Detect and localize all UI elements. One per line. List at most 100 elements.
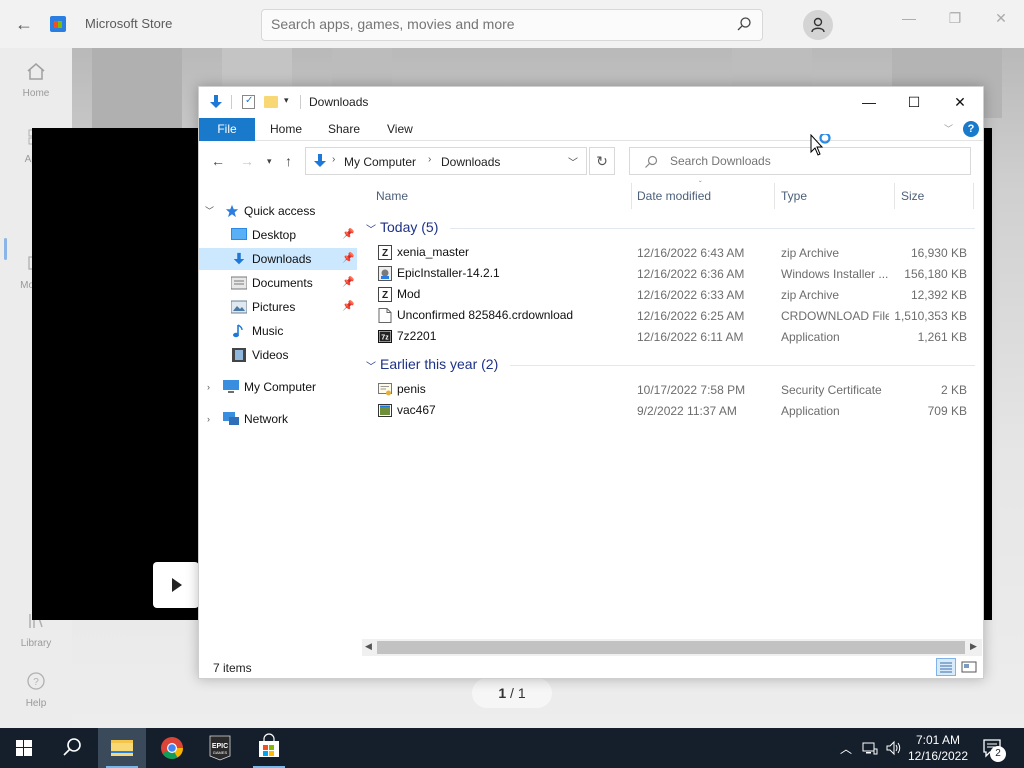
account-avatar[interactable] bbox=[803, 10, 833, 40]
properties-icon[interactable] bbox=[242, 95, 255, 109]
restore-icon[interactable]: ❐ bbox=[945, 8, 965, 28]
column-divider[interactable] bbox=[894, 183, 895, 209]
recent-locations-icon[interactable]: ▾ bbox=[267, 156, 272, 167]
group-header-earlier-this-year[interactable]: ﹀ Earlier this year (2) bbox=[362, 354, 977, 376]
file-size: 12,392 KB bbox=[910, 288, 967, 302]
play-button[interactable] bbox=[153, 562, 199, 608]
download-arrow-icon[interactable] bbox=[208, 94, 224, 110]
toolbar-divider bbox=[300, 95, 301, 109]
file-size: 2 KB bbox=[940, 383, 967, 397]
tree-item-network[interactable]: › Network bbox=[199, 408, 357, 430]
taskbar-file-explorer[interactable] bbox=[98, 728, 146, 768]
tab-share[interactable]: Share bbox=[328, 118, 360, 141]
nav-library-label: Library bbox=[20, 638, 52, 649]
chevron-down-icon[interactable]: ﹀ bbox=[366, 221, 376, 236]
tree-item-videos[interactable]: Videos bbox=[199, 344, 357, 366]
column-header-size[interactable]: Size bbox=[901, 189, 924, 203]
tree-item-documents[interactable]: Documents 📌 bbox=[199, 272, 357, 294]
column-divider[interactable] bbox=[774, 183, 775, 209]
file-row[interactable]: Z Mod 12/16/2022 6:33 AM zip Archive 12,… bbox=[362, 284, 977, 305]
chevron-down-icon[interactable]: ﹀ bbox=[205, 200, 214, 222]
close-icon[interactable]: ✕ bbox=[991, 8, 1011, 28]
tab-view[interactable]: View bbox=[387, 118, 413, 141]
network-icon[interactable] bbox=[862, 740, 878, 756]
chevron-down-icon[interactable]: ﹀ bbox=[366, 358, 376, 373]
taskbar-search-button[interactable] bbox=[48, 728, 96, 768]
file-row[interactable]: Unconfirmed 825846.crdownload 12/16/2022… bbox=[362, 305, 977, 326]
quick-access-dropdown-icon[interactable]: ▾ bbox=[284, 95, 289, 106]
taskbar-epic-games[interactable]: EPIC GAMES bbox=[196, 728, 244, 768]
minimize-icon[interactable]: — bbox=[899, 8, 919, 28]
column-header-date[interactable]: Date modified bbox=[637, 189, 711, 203]
nav-home[interactable]: Home bbox=[0, 60, 72, 99]
pin-icon[interactable]: 📌 bbox=[342, 224, 354, 246]
column-divider[interactable] bbox=[973, 183, 974, 209]
pin-icon[interactable]: 📌 bbox=[342, 296, 354, 318]
store-search-box[interactable] bbox=[261, 9, 763, 41]
help-icon[interactable]: ? bbox=[963, 121, 979, 137]
new-folder-icon[interactable] bbox=[264, 96, 278, 108]
file-row[interactable]: vac467 9/2/2022 11:37 AM Application 709… bbox=[362, 400, 977, 421]
tree-item-pictures[interactable]: Pictures 📌 bbox=[199, 296, 357, 318]
music-icon bbox=[233, 324, 243, 338]
nav-help[interactable]: ? Help bbox=[0, 670, 72, 709]
large-icons-view-icon[interactable] bbox=[959, 658, 979, 676]
pin-icon[interactable]: 📌 bbox=[342, 272, 354, 294]
column-divider[interactable] bbox=[631, 183, 632, 209]
forward-arrow-icon[interactable]: → bbox=[240, 153, 254, 169]
back-arrow-icon[interactable]: ← bbox=[12, 12, 36, 36]
chevron-right-icon[interactable]: › bbox=[332, 154, 335, 165]
chevron-down-icon[interactable]: ﹀ bbox=[568, 154, 578, 169]
pager-current: 1 bbox=[498, 685, 507, 701]
horizontal-scrollbar[interactable]: ◀ ▶ bbox=[362, 639, 982, 656]
up-arrow-icon[interactable]: ↑ bbox=[285, 153, 292, 169]
maximize-icon[interactable]: ☐ bbox=[891, 87, 937, 117]
notification-count-badge: 2 bbox=[990, 746, 1006, 762]
group-header-today[interactable]: ﹀ Today (5) bbox=[362, 217, 977, 239]
scroll-right-icon[interactable]: ▶ bbox=[970, 641, 977, 652]
taskbar-microsoft-store[interactable] bbox=[245, 728, 293, 768]
scroll-left-icon[interactable]: ◀ bbox=[365, 641, 372, 652]
file-row[interactable]: EpicInstaller-14.2.1 12/16/2022 6:36 AM … bbox=[362, 263, 977, 284]
expand-ribbon-icon[interactable]: ﹀ bbox=[944, 122, 953, 135]
chevron-right-icon[interactable]: › bbox=[207, 376, 210, 398]
breadcrumb-my-computer[interactable]: My Computer bbox=[344, 155, 416, 169]
search-box[interactable] bbox=[629, 147, 971, 175]
page-indicator: 1 / 1 bbox=[472, 678, 552, 708]
column-header-name[interactable]: Name bbox=[376, 189, 408, 203]
column-header-type[interactable]: Type bbox=[781, 189, 807, 203]
chevron-up-icon[interactable]: ︿ bbox=[838, 740, 854, 756]
taskbar-clock[interactable]: 7:01 AM 12/16/2022 bbox=[903, 732, 973, 764]
home-icon bbox=[27, 63, 45, 80]
tab-file[interactable]: File bbox=[199, 118, 255, 141]
taskbar-chrome[interactable] bbox=[148, 728, 196, 768]
file-row[interactable]: Z xenia_master 12/16/2022 6:43 AM zip Ar… bbox=[362, 242, 977, 263]
zip-icon: Z bbox=[378, 287, 392, 302]
chevron-right-icon[interactable]: › bbox=[428, 154, 431, 165]
details-view-icon[interactable] bbox=[936, 658, 956, 676]
scrollbar-thumb[interactable] bbox=[377, 641, 965, 654]
tree-item-label: Videos bbox=[252, 348, 289, 362]
minimize-icon[interactable]: — bbox=[846, 87, 892, 117]
search-icon[interactable] bbox=[736, 16, 752, 32]
close-icon[interactable]: ✕ bbox=[937, 87, 983, 117]
back-arrow-icon[interactable]: ← bbox=[211, 153, 225, 169]
refresh-icon[interactable]: ↻ bbox=[589, 147, 615, 175]
start-button[interactable] bbox=[0, 728, 48, 768]
volume-icon[interactable] bbox=[886, 740, 902, 756]
tree-item-downloads[interactable]: Downloads 📌 bbox=[199, 248, 357, 270]
address-bar[interactable]: › My Computer › Downloads ﹀ bbox=[305, 147, 587, 175]
breadcrumb-downloads[interactable]: Downloads bbox=[441, 155, 500, 169]
file-row[interactable]: penis 10/17/2022 7:58 PM Security Certif… bbox=[362, 379, 977, 400]
group-label: Earlier this year (2) bbox=[380, 356, 499, 372]
tree-item-music[interactable]: Music bbox=[199, 320, 357, 342]
tree-item-quick-access[interactable]: ﹀ Quick access bbox=[199, 200, 357, 222]
tree-item-desktop[interactable]: Desktop 📌 bbox=[199, 224, 357, 246]
ribbon-tabs: File Home Share View ﹀ ? bbox=[199, 118, 983, 141]
store-search-input[interactable] bbox=[271, 16, 711, 32]
tab-home[interactable]: Home bbox=[270, 118, 302, 141]
file-row[interactable]: 7z 7z2201 12/16/2022 6:11 AM Application… bbox=[362, 326, 977, 347]
tree-item-my-computer[interactable]: › My Computer bbox=[199, 376, 357, 398]
chevron-right-icon[interactable]: › bbox=[207, 408, 210, 430]
pin-icon[interactable]: 📌 bbox=[342, 248, 354, 270]
